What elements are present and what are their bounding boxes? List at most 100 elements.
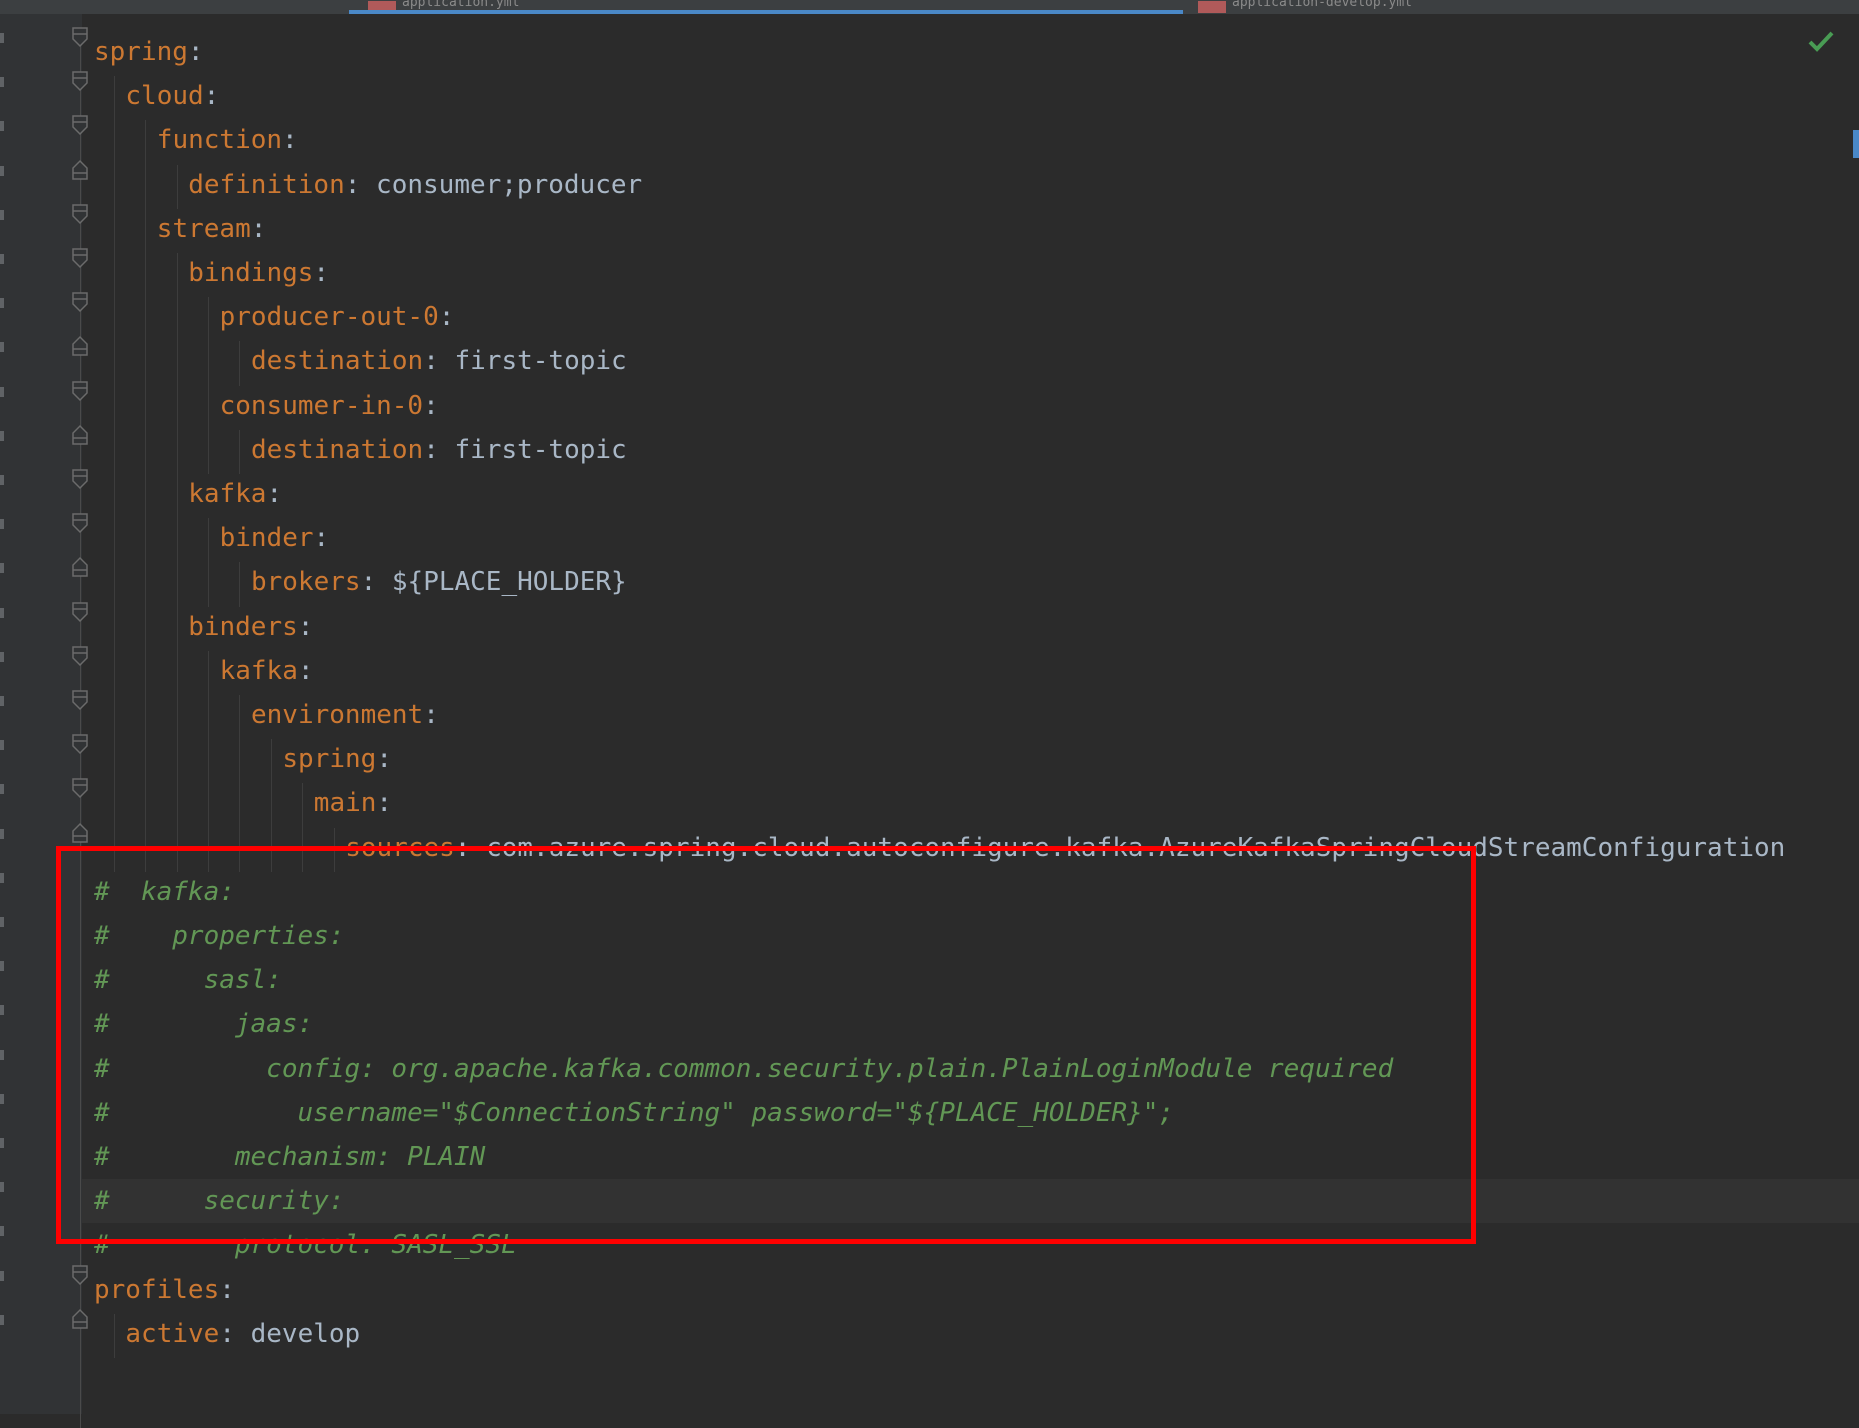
code-line[interactable]: kafka: (188, 472, 282, 516)
tab-label[interactable]: application.yml (402, 0, 519, 10)
indent-guide (113, 1313, 115, 1358)
indent-guide (207, 783, 209, 828)
indent-guide (113, 208, 115, 253)
indent-guide (176, 562, 178, 607)
indent-guide (145, 562, 147, 607)
indent-guide (145, 650, 147, 695)
indent-guide (113, 518, 115, 563)
yaml-separator: : (376, 788, 393, 819)
code-line[interactable]: main: (314, 781, 392, 825)
indent-guide (207, 739, 209, 784)
yaml-key: destination (251, 434, 424, 465)
code-line[interactable]: function: (157, 118, 298, 162)
indent-guide (145, 297, 147, 342)
indent-guide (302, 783, 304, 828)
indent-guide (176, 606, 178, 651)
yaml-key: bindings (188, 258, 314, 288)
line-number-stub (0, 607, 4, 618)
indent-guide (145, 429, 147, 474)
yaml-value: develop (250, 1318, 361, 1349)
line-number-stub (0, 165, 4, 176)
indent-guide (207, 518, 209, 563)
line-number-stub (0, 1093, 4, 1104)
indent-guide (113, 253, 115, 298)
tab-label[interactable]: application-develop.yml (1232, 0, 1412, 10)
yaml-separator: : (187, 37, 204, 67)
indent-guide (207, 562, 209, 607)
yaml-file-icon (1198, 1, 1226, 13)
code-line[interactable]: spring: (282, 737, 392, 781)
indent-guide (176, 650, 178, 695)
code-line[interactable]: destination: first-topic (251, 339, 627, 383)
yaml-key: brokers (251, 567, 361, 598)
code-line[interactable]: consumer-in-0: (220, 384, 439, 428)
code-line[interactable]: profiles: (94, 1268, 235, 1312)
line-number-stub (0, 254, 4, 264)
code-line[interactable]: destination: first-topic (251, 428, 627, 472)
code-line[interactable]: spring: (94, 30, 204, 74)
yaml-key: binder (219, 523, 314, 554)
scrollbar-marker[interactable] (1853, 130, 1859, 158)
code-line[interactable]: brokers: ${PLACE_HOLDER} (251, 560, 627, 604)
yaml-separator: : (360, 567, 392, 598)
indent-guide (113, 341, 115, 386)
code-line[interactable]: definition: consumer;producer (188, 163, 642, 207)
indent-guide (145, 341, 147, 386)
code-line[interactable]: binders: (188, 605, 313, 649)
line-number-stub (0, 342, 4, 353)
code-line[interactable]: stream: (157, 207, 267, 251)
line-number-stub (0, 386, 4, 397)
line-number-stub (0, 1226, 4, 1237)
yaml-key: spring (94, 37, 188, 67)
yaml-key: cloud (125, 81, 204, 112)
yaml-separator: : (344, 169, 377, 200)
indent-guide (113, 120, 115, 165)
line-number-stub (0, 961, 4, 972)
indent-guide (207, 429, 209, 474)
indent-guide (113, 695, 115, 740)
indent-guide (176, 474, 178, 519)
code-line[interactable]: cloud: (125, 74, 219, 118)
editor-tab-bar: application.yml application-develop.yml (0, 0, 1859, 14)
line-number-stub (0, 784, 4, 795)
indent-guide (145, 783, 147, 828)
line-number-stub (0, 121, 4, 132)
indent-guide (113, 562, 115, 607)
code-line[interactable]: environment: (251, 693, 439, 737)
yaml-key: binders (188, 611, 298, 642)
indent-guide (145, 474, 147, 519)
yaml-separator: : (313, 523, 330, 554)
yaml-key: consumer-in-0 (219, 390, 424, 421)
code-line[interactable]: active: develop (125, 1312, 360, 1356)
yaml-separator: : (438, 302, 455, 333)
yaml-separator: : (423, 434, 455, 465)
line-number-stub (0, 1270, 4, 1281)
yaml-separator: : (219, 1274, 235, 1305)
indent-guide (113, 474, 115, 519)
code-line[interactable]: binder: (220, 516, 330, 560)
yaml-key: definition (188, 169, 345, 200)
indent-guide (239, 429, 241, 474)
yaml-value: consumer;producer (376, 169, 643, 200)
indent-guide (176, 253, 178, 298)
yaml-separator: : (423, 346, 455, 377)
line-number-stub (0, 1314, 4, 1325)
check-icon[interactable] (1806, 28, 1836, 54)
line-number-stub (0, 209, 4, 220)
yaml-separator: : (313, 258, 330, 288)
line-number-stub (0, 519, 4, 530)
line-number-stub (0, 1138, 4, 1148)
indent-guide (207, 385, 209, 430)
indent-guide (113, 385, 115, 430)
indent-guide (239, 783, 241, 828)
line-number-stub (0, 475, 4, 485)
code-line[interactable]: kafka: (220, 649, 314, 693)
yaml-value: first-topic (454, 434, 627, 465)
yaml-separator: : (266, 479, 283, 509)
line-number-stub (0, 1005, 4, 1016)
code-line[interactable]: bindings: (188, 251, 329, 295)
code-line[interactable]: producer-out-0: (220, 295, 455, 339)
annotation-highlight-box (56, 846, 1476, 1244)
yaml-key: main (313, 788, 377, 819)
yaml-key: function (156, 125, 283, 156)
